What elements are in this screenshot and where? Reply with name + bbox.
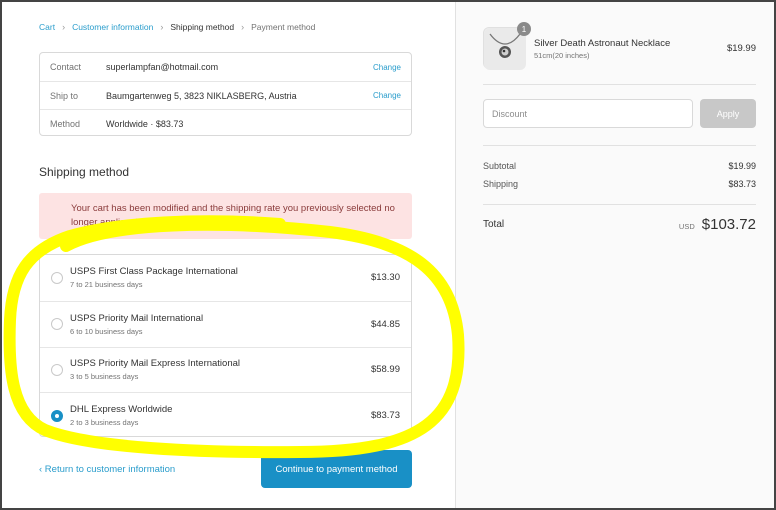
review-row-method: Method Worldwide · $83.73: [40, 109, 411, 137]
rate-days: 2 to 3 business days: [70, 418, 139, 428]
total-row: Total USD $103.72: [483, 216, 756, 233]
breadcrumb-customer-information[interactable]: Customer information: [72, 22, 153, 32]
change-contact-link[interactable]: Change: [373, 63, 401, 72]
review-row-contact: Contact superlampfan@hotmail.com Change: [40, 53, 411, 81]
rate-days: 7 to 21 business days: [70, 280, 143, 290]
rate-name: USPS First Class Package International: [70, 266, 238, 278]
product-price: $19.99: [726, 43, 756, 54]
rate-price: $58.99: [370, 364, 400, 376]
rate-name: USPS Priority Mail Express International: [70, 358, 241, 370]
method-value: Worldwide · $83.73: [106, 118, 184, 129]
change-ship-to-link[interactable]: Change: [373, 91, 401, 100]
review-row-ship-to: Ship to Baumgartenweg 5, 3823 NIKLASBERG…: [40, 81, 411, 109]
shipping-value: $83.73: [728, 179, 756, 189]
rate-name: USPS Priority Mail International: [70, 312, 204, 324]
shipping-row: Shipping $83.73: [483, 179, 756, 189]
shipping-rate-option[interactable]: USPS First Class Package International 7…: [40, 255, 411, 301]
shipping-rate-option[interactable]: USPS Priority Mail International 6 to 10…: [40, 300, 411, 347]
quantity-badge: 1: [517, 22, 531, 36]
total-amount: $103.72: [701, 216, 756, 233]
radio-button[interactable]: [51, 271, 63, 284]
continue-to-payment-button[interactable]: Continue to payment method: [261, 450, 412, 488]
order-summary-panel: [455, 2, 774, 508]
rate-price: $13.30: [370, 272, 400, 284]
shipping-rate-option[interactable]: DHL Express Worldwide 2 to 3 business da…: [40, 392, 411, 438]
breadcrumb-cart[interactable]: Cart: [39, 22, 55, 32]
shipping-rates-list: USPS First Class Package International 7…: [39, 254, 412, 437]
divider: [483, 204, 756, 205]
discount-input[interactable]: [483, 99, 693, 128]
shipping-rate-option[interactable]: USPS Priority Mail Express International…: [40, 346, 411, 393]
divider: [483, 145, 756, 146]
breadcrumb-payment-method: Payment method: [251, 22, 316, 32]
section-title-shipping-method: Shipping method: [39, 165, 130, 179]
currency-code: USD: [678, 221, 695, 231]
breadcrumb-shipping-method: Shipping method: [170, 22, 235, 32]
ship-to-value: Baumgartenweg 5, 3823 NIKLASBERG, Austri…: [106, 90, 297, 101]
return-to-customer-information-link[interactable]: ‹ Return to customer information: [39, 464, 175, 475]
radio-button[interactable]: [51, 318, 63, 331]
apply-discount-button[interactable]: Apply: [700, 99, 756, 128]
rate-name: DHL Express Worldwide: [70, 404, 173, 416]
rate-price: $44.85: [370, 318, 400, 330]
chevron-right-icon: ›: [62, 22, 66, 32]
breadcrumb: Cart › Customer information › Shipping m…: [39, 22, 315, 32]
cart-modified-alert: Your cart has been modified and the ship…: [39, 193, 412, 239]
subtotal-value: $19.99: [728, 161, 756, 171]
chevron-right-icon: ›: [241, 22, 245, 32]
subtotal-row: Subtotal $19.99: [483, 161, 756, 171]
method-label: Method: [50, 118, 81, 129]
product-name: Silver Death Astronaut Necklace: [534, 38, 671, 49]
subtotal-label: Subtotal: [483, 161, 517, 171]
contact-value: superlampfan@hotmail.com: [106, 62, 219, 72]
chevron-right-icon: ›: [160, 22, 164, 32]
divider: [483, 84, 756, 85]
product-variant: 51cm(20 inches): [534, 51, 590, 60]
contact-label: Contact: [50, 62, 82, 72]
review-block: Contact superlampfan@hotmail.com Change …: [39, 52, 412, 136]
ship-to-label: Ship to: [50, 90, 79, 101]
total-label: Total: [483, 219, 505, 230]
rate-price: $83.73: [370, 410, 400, 422]
radio-button-checked[interactable]: [51, 409, 63, 422]
rate-days: 6 to 10 business days: [70, 326, 143, 336]
radio-button[interactable]: [51, 363, 63, 376]
shipping-label: Shipping: [483, 179, 519, 189]
rate-days: 3 to 5 business days: [70, 372, 139, 382]
